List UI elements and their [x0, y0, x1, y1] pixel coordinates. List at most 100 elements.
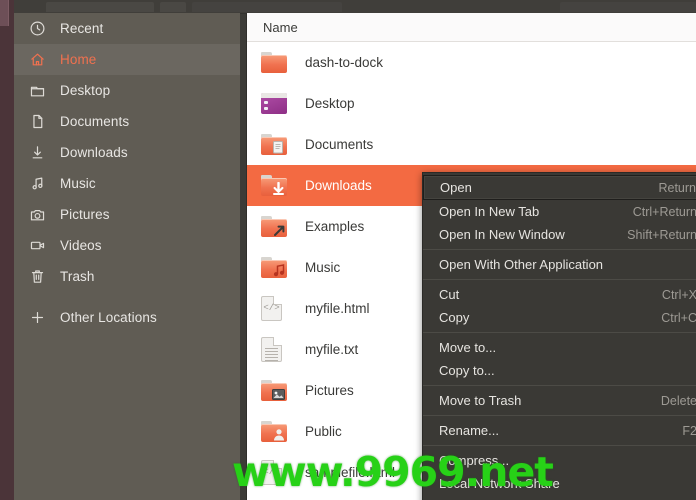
- file-manager-screenshot: Recent Home Desktop Documents Downloads Music…: [0, 0, 696, 500]
- file-name-label: Downloads: [305, 178, 372, 193]
- titlebar-chip-4: [560, 2, 696, 12]
- file-name-label: myfile.html: [305, 301, 370, 316]
- text-file-icon: [261, 337, 291, 363]
- window-titlebar[interactable]: [14, 0, 696, 14]
- menu-item-send-to[interactable]: Send to...: [423, 495, 696, 500]
- sidebar-item-pictures[interactable]: Pictures: [14, 199, 240, 230]
- music-note-icon: [20, 175, 54, 192]
- menu-item-copy[interactable]: Copy Ctrl+C: [423, 306, 696, 329]
- clock-icon: [20, 20, 54, 37]
- sidebar-item-label: Trash: [60, 269, 95, 284]
- plus-icon: [20, 309, 54, 326]
- menu-item-accelerator: F2: [682, 423, 696, 438]
- menu-item-accelerator: Return: [658, 180, 696, 195]
- menu-separator: [423, 385, 696, 386]
- file-name-label: Music: [305, 260, 341, 275]
- titlebar-chip-1: [46, 2, 154, 12]
- menu-item-accelerator: Delete: [660, 393, 696, 408]
- sidebar-item-downloads[interactable]: Downloads: [14, 137, 240, 168]
- files-window: Recent Home Desktop Documents Downloads Music…: [14, 0, 696, 500]
- sidebar-item-recent[interactable]: Recent: [14, 13, 240, 44]
- menu-item-open-in-new-window[interactable]: Open In New Window Shift+Return: [423, 223, 696, 246]
- menu-separator: [423, 415, 696, 416]
- menu-item-accelerator: Ctrl+X: [661, 287, 696, 302]
- sidebar-item-label: Downloads: [60, 145, 128, 160]
- file-name-label: Documents: [305, 137, 374, 152]
- titlebar-chip-2: [160, 2, 186, 12]
- html-file-icon: </>: [261, 296, 291, 322]
- menu-item-accelerator: Ctrl+Return: [632, 204, 696, 219]
- menu-separator: [423, 249, 696, 250]
- sidebar-item-home[interactable]: Home: [14, 44, 240, 75]
- menu-item-label: Compress...: [439, 453, 510, 468]
- menu-item-label: Move to...: [439, 340, 497, 355]
- sidebar-item-label: Videos: [60, 238, 102, 253]
- menu-item-label: Open In New Tab: [439, 204, 540, 219]
- places-sidebar: Recent Home Desktop Documents Downloads Music…: [14, 13, 240, 500]
- menu-item-label: Local Network Share: [439, 476, 560, 491]
- menu-item-copy-to[interactable]: Copy to...: [423, 359, 696, 382]
- menu-item-open-in-new-tab[interactable]: Open In New Tab Ctrl+Return: [423, 200, 696, 223]
- folder-link-icon: [261, 214, 291, 240]
- sidebar-item-trash[interactable]: Trash: [14, 261, 240, 292]
- titlebar-chip-3: [192, 2, 342, 12]
- menu-item-move-to-trash[interactable]: Move to Trash Delete: [423, 389, 696, 412]
- trash-icon: [20, 268, 54, 285]
- menu-item-rename[interactable]: Rename... F2: [423, 419, 696, 442]
- sidebar-item-label: Documents: [60, 114, 130, 129]
- desktop-folder-icon: [261, 91, 291, 117]
- sidebar-item-label: Pictures: [60, 207, 110, 222]
- sidebar-item-other-locations[interactable]: Other Locations: [14, 302, 240, 333]
- menu-separator: [423, 332, 696, 333]
- folder-downloads-icon: [261, 173, 291, 199]
- menu-item-open[interactable]: Open Return: [423, 175, 696, 200]
- sidebar-item-desktop[interactable]: Desktop: [14, 75, 240, 106]
- desktop-panel-edge: [0, 0, 9, 26]
- menu-item-label: Move to Trash: [439, 393, 522, 408]
- file-name-label: Desktop: [305, 96, 355, 111]
- file-name-label: Public: [305, 424, 342, 439]
- folder-public-icon: [261, 419, 291, 445]
- sidebar-item-label: Home: [60, 52, 97, 67]
- home-icon: [20, 51, 54, 68]
- table-row[interactable]: Documents: [247, 124, 696, 165]
- menu-item-local-network-share[interactable]: Local Network Share: [423, 472, 696, 495]
- camera-icon: [20, 206, 54, 223]
- menu-item-accelerator: Ctrl+C: [661, 310, 696, 325]
- sidebar-item-videos[interactable]: Videos: [14, 230, 240, 261]
- folder-icon: [261, 50, 291, 76]
- table-row[interactable]: Desktop: [247, 83, 696, 124]
- column-header-label: Name: [263, 19, 298, 35]
- menu-item-compress[interactable]: Compress...: [423, 449, 696, 472]
- sidebar-item-documents[interactable]: Documents: [14, 106, 240, 137]
- sidebar-item-label: Music: [60, 176, 96, 191]
- table-row[interactable]: dash-to-dock: [247, 42, 696, 83]
- column-header-name[interactable]: Name: [247, 13, 696, 42]
- file-name-label: Examples: [305, 219, 365, 234]
- menu-separator: [423, 279, 696, 280]
- menu-item-label: Copy to...: [439, 363, 495, 378]
- menu-item-label: Rename...: [439, 423, 499, 438]
- menu-item-label: Open With Other Application: [439, 257, 604, 272]
- menu-item-cut[interactable]: Cut Ctrl+X: [423, 283, 696, 306]
- download-icon: [20, 144, 54, 161]
- menu-item-label: Open: [440, 180, 472, 195]
- menu-item-label: Open In New Window: [439, 227, 565, 242]
- file-name-label: samplefile.html: [305, 465, 396, 480]
- sidebar-divider-gap: [14, 292, 240, 302]
- desktop-folder-icon: [20, 82, 54, 99]
- file-name-label: myfile.txt: [305, 342, 359, 357]
- document-icon: [20, 113, 54, 130]
- file-name-label: Pictures: [305, 383, 354, 398]
- menu-item-move-to[interactable]: Move to...: [423, 336, 696, 359]
- sidebar-item-music[interactable]: Music: [14, 168, 240, 199]
- menu-item-open-with-other-application[interactable]: Open With Other Application: [423, 253, 696, 276]
- menu-item-label: Cut: [439, 287, 460, 302]
- sidebar-item-label: Desktop: [60, 83, 111, 98]
- html-file-icon: </>: [261, 460, 291, 486]
- folder-music-icon: [261, 255, 291, 281]
- folder-pictures-icon: [261, 378, 291, 404]
- video-icon: [20, 237, 54, 254]
- folder-documents-icon: [261, 132, 291, 158]
- sidebar-item-label: Recent: [60, 21, 104, 36]
